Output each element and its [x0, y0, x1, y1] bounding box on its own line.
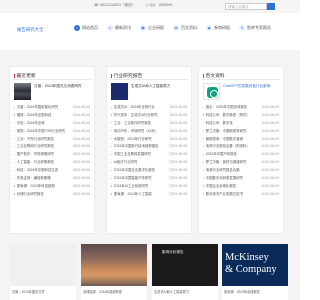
- featured-title[interactable]: 汉普：2024年国天文消费研究: [34, 84, 94, 89]
- card-image: McKinsey & Company: [222, 244, 288, 286]
- main-nav: ⌂ 网站首页 ≡ 最新资讯 ▣ 企业研报 ▤ 百文资料 ◆ 券商研报 ✎ 智库专家报告: [74, 25, 280, 31]
- card-caption: 生成式AI和人工智能算力: [154, 290, 189, 294]
- contact-info: ☎18021118823（微信） ◎QQ：9698091: [94, 3, 173, 8]
- report-list: 汉普：2024年国家能化研究 2024-06-05 福禄：2024年全国科技 202…: [14, 104, 90, 199]
- doc-icon: ▤: [173, 25, 179, 31]
- top-bar: ☎18021118823（微信） ◎QQ：9698091 请输入关键词: [0, 0, 300, 13]
- featured-thumbnail[interactable]: [111, 83, 128, 100]
- panel-title: 百文资料: [203, 72, 225, 79]
- list-item[interactable]: 电竞行业研究报告合集 2024-06-05: [203, 167, 279, 175]
- card-caption: 麦肯锡：2024年全球报告: [224, 290, 260, 294]
- header: [0, 13, 300, 50]
- mckinsey-logo: McKinsey & Company: [225, 252, 277, 275]
- report-list: 德企：2024年中国全球报告 2024-06-05 科技公司：数字转型（附件） 20…: [203, 104, 279, 199]
- nav-label: 网站首页: [82, 25, 98, 30]
- nav-item-broker[interactable]: ◆ 券商研报: [206, 25, 230, 31]
- nav-label: 企业研报: [148, 25, 164, 30]
- featured-thumbnail[interactable]: [14, 83, 31, 100]
- list-item[interactable]: 2024年中国智能汽车研究 2024-06-05: [111, 175, 187, 183]
- card-image: [10, 244, 76, 286]
- nav-label: 百文资料: [181, 25, 197, 30]
- card-image: [81, 244, 147, 286]
- list-item[interactable]: 人工智能：行业政策报告 2024-06-05: [14, 159, 90, 167]
- list-item[interactable]: 工业：工业软件研究报告 2024-06-05: [111, 120, 187, 128]
- list-item[interactable]: 科技：2024年中国科技生态 2024-06-05: [14, 167, 90, 175]
- divider: [202, 79, 280, 80]
- featured-title[interactable]: ChatGPT的发展对各行业影响: [223, 84, 283, 89]
- nav-label: 智库专家报告: [247, 25, 271, 30]
- industry-reports-panel: 行业研究报告 生成式AI和人工智能算力 生成式AI：2024年全球行业 2024-…: [106, 66, 192, 234]
- home-icon: ⌂: [74, 25, 80, 31]
- card-caption: 汉普：2024年国天文学: [12, 290, 45, 294]
- list-item[interactable]: 2024年AI工业系统研究 2024-06-05: [111, 183, 187, 191]
- qq-icon: ◎: [145, 3, 149, 7]
- nav-item-home[interactable]: ⌂ 网站首页: [74, 25, 98, 31]
- list-item[interactable]: 大模型：2024年行业研究 2024-06-05: [111, 136, 187, 144]
- report-list: 生成式AI：2024年全球行业 2024-06-05 华兴资本：生成式AI行业研究…: [111, 104, 187, 199]
- documents-panel: 百文资料 ChatGPT的发展对各行业影响 德企：2024年中国全球报告 2024…: [198, 66, 284, 234]
- card-caption: 全球能源：2024年能源转型: [83, 290, 122, 294]
- list-item[interactable]: 汉普：2024年国家能化研究 2024-06-05: [14, 104, 90, 112]
- panel-title: 行业研究报告: [111, 72, 142, 79]
- list-item[interactable]: 华兴资本：生成式AI行业研究 2024-06-05: [111, 112, 187, 120]
- qq-number: QQ：9698091: [149, 3, 173, 7]
- list-item[interactable]: 2024年中国新兴技术趋势报告 2024-06-05: [111, 143, 187, 151]
- list-item[interactable]: 福禄：2024年全国科技 2024-06-05: [14, 112, 90, 120]
- list-item[interactable]: 仓储行业研究报告 2024-06-05: [14, 191, 90, 199]
- list-item[interactable]: AI医疗行业研究 2024-06-05: [111, 159, 187, 167]
- list-item[interactable]: 中国数字化转型发展研究 2024-06-05: [203, 175, 279, 183]
- nav-label: 最新资讯: [115, 25, 131, 30]
- list-item[interactable]: 2024年中国汽车报告 2024-06-05: [203, 151, 279, 159]
- card-image: 影响分析报告: [152, 244, 218, 286]
- latest-updates-panel: 最近更新 汉普：2024年国天文消费研究 汉普：2024年国家能化研究 2024-…: [9, 66, 95, 234]
- search-button[interactable]: [267, 3, 275, 10]
- list-item[interactable]: 德勤：2024年中国TOB行业研究 2024-06-05: [14, 128, 90, 136]
- list-item[interactable]: 工业互联网行业研究报告 2024-06-05: [14, 143, 90, 151]
- list-item[interactable]: 罗兰贝格：医药与健康研究 2024-06-05: [203, 159, 279, 167]
- list-item[interactable]: 国产软件：市场规模研究 2024-06-05: [14, 151, 90, 159]
- list-item[interactable]: 德企：2024年中国全球报告 2024-06-05: [203, 104, 279, 112]
- gallery-card[interactable]: McKinsey & Company 麦肯锡：2024年全球报告: [222, 244, 288, 300]
- list-item[interactable]: 2024年中国企业数字化报告 2024-06-05: [111, 167, 187, 175]
- list-item[interactable]: 东吴证券：通信新策略 2024-06-05: [14, 175, 90, 183]
- nav-label: 券商研报: [214, 25, 230, 30]
- broker-icon: ◆: [206, 25, 212, 31]
- chatgpt-logo-icon: [207, 87, 218, 98]
- list-item[interactable]: 罗兰贝格：中国新零售研究 2024-06-05: [203, 128, 279, 136]
- nav-item-expert[interactable]: ✎ 智库专家报告: [239, 25, 271, 31]
- divider: [13, 79, 91, 80]
- list-item[interactable]: 营销咨询：中国数字营销 2024-06-05: [203, 136, 279, 144]
- list-item[interactable]: 科技公司：数字化 2024-06-05: [203, 120, 279, 128]
- list-item[interactable]: 麦肯锡：2024年科技趋势 2024-06-05: [14, 183, 90, 191]
- nav-item-docs[interactable]: ▤ 百文资料: [173, 25, 197, 31]
- gallery-card[interactable]: 汉普：2024年国天文学: [10, 244, 76, 300]
- list-item[interactable]: 中信：2024年全球 2024-06-05: [14, 120, 90, 128]
- gallery-card[interactable]: 影响分析报告 生成式AI和人工智能算力: [152, 244, 218, 300]
- search-input[interactable]: 请输入关键词: [225, 3, 267, 10]
- list-item[interactable]: 生成式AI：2024年全球行业 2024-06-05: [111, 104, 187, 112]
- expert-icon: ✎: [239, 25, 245, 31]
- nav-item-news[interactable]: ≡ 最新资讯: [107, 25, 131, 31]
- panel-title: 最近更新: [14, 72, 36, 79]
- featured-gallery: 汉普：2024年国天文学 全球能源：2024年能源转型 影响分析报告 生成式AI…: [10, 244, 290, 300]
- site-logo[interactable]: 报告研究大全: [17, 27, 43, 33]
- phone-icon: ☎: [94, 3, 99, 7]
- list-item[interactable]: 电商行业报告合集（附资料） 2024-06-05: [203, 143, 279, 151]
- featured-thumbnail[interactable]: [203, 83, 220, 100]
- list-item[interactable]: 科技公司：数字转型（附件） 2024-06-05: [203, 112, 279, 120]
- nav-item-company[interactable]: ▣ 企业研报: [140, 25, 164, 31]
- list-item[interactable]: 电动汽车：市场研究（43页） 2024-06-05: [111, 128, 187, 136]
- divider: [110, 79, 188, 80]
- list-item[interactable]: 麦肯锡：2024年人工智能 2024-06-05: [111, 191, 187, 199]
- featured-title[interactable]: 生成式AI和人工智能算力: [131, 84, 191, 89]
- list-item[interactable]: 数字经济产业发展白皮书 2024-06-05: [203, 191, 279, 199]
- news-icon: ≡: [107, 25, 113, 31]
- gallery-card[interactable]: 全球能源：2024年能源转型: [81, 244, 147, 300]
- phone-number: 18021118823（微信）: [99, 3, 136, 7]
- company-icon: ▣: [140, 25, 146, 31]
- list-item[interactable]: 中国企业全球化报告 2024-06-05: [203, 183, 279, 191]
- list-item[interactable]: 工业：汽车行业研究报告 2024-06-05: [14, 136, 90, 144]
- list-item[interactable]: 中国工业互联网发展研究 2024-06-05: [111, 151, 187, 159]
